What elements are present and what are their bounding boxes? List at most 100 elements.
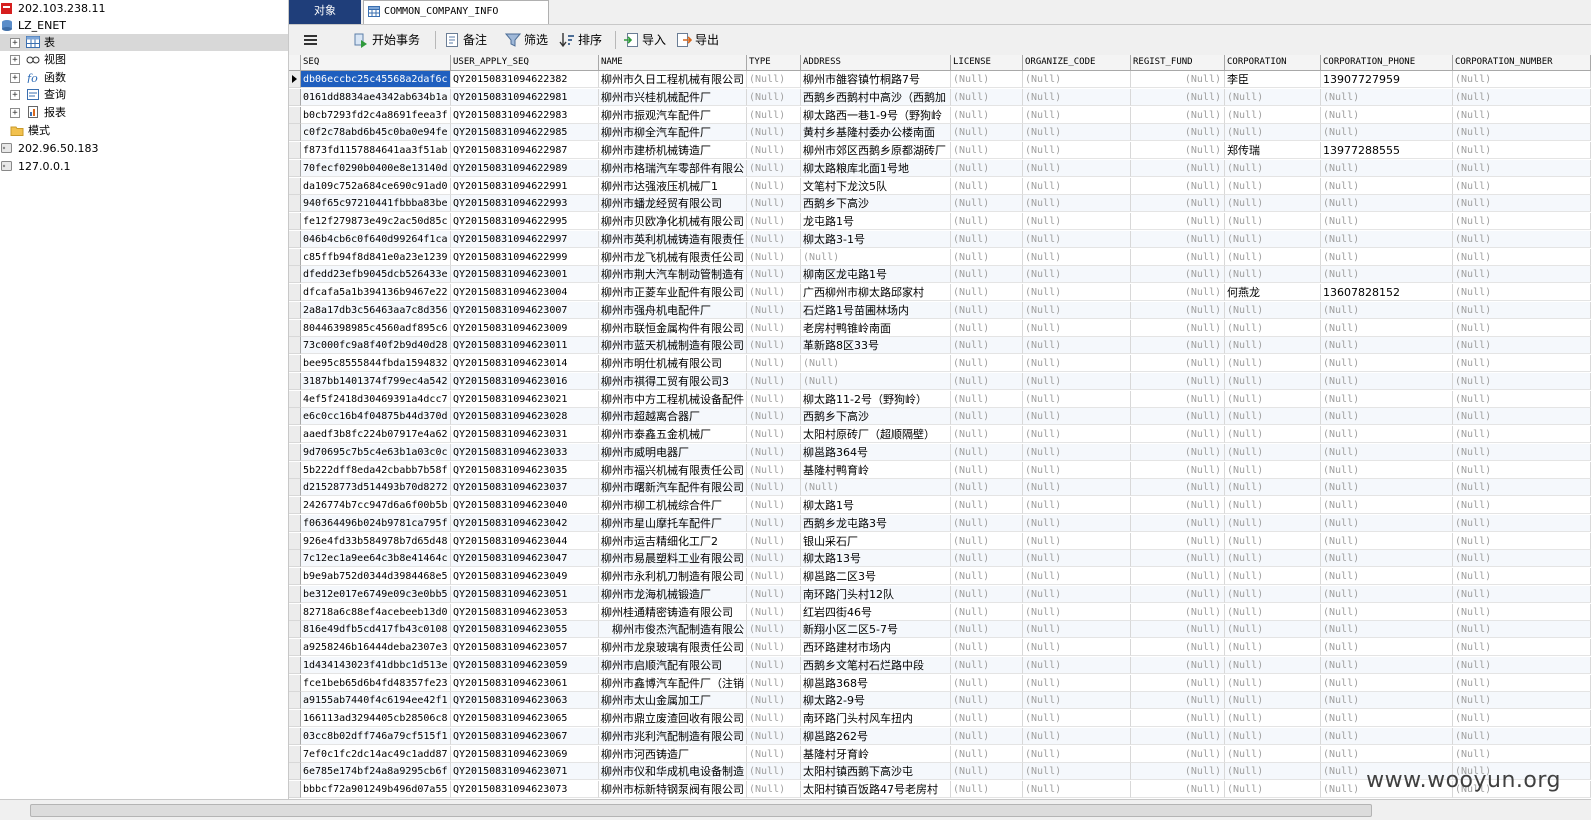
- cell-license[interactable]: (Null): [951, 337, 1023, 355]
- cell-address[interactable]: (Null): [801, 355, 951, 372]
- cell-corporation[interactable]: (Null): [1225, 763, 1321, 781]
- table-row[interactable]: 9d70695c7b5c4e63b1a03c0c QY20150831094623…: [289, 443, 1591, 461]
- cell-organize-code[interactable]: (Null): [1023, 177, 1131, 195]
- cell-address[interactable]: 龙屯路1号: [801, 213, 951, 230]
- cell-organize-code[interactable]: (Null): [1023, 568, 1131, 585]
- cell-address[interactable]: 红岩四街46号: [801, 603, 951, 621]
- row-indicator[interactable]: [289, 390, 301, 408]
- table-row[interactable]: 3187bb1401374f799ec4a542 QY20150831094623…: [289, 372, 1591, 390]
- cell-license[interactable]: (Null): [951, 692, 1023, 710]
- cell-address[interactable]: 柳太路1号: [801, 497, 951, 514]
- cell-type[interactable]: (Null): [747, 319, 801, 337]
- cell-corporation[interactable]: (Null): [1225, 639, 1321, 656]
- cell-user-apply-seq[interactable]: QY20150831094623001: [451, 266, 599, 284]
- cell-license[interactable]: (Null): [951, 284, 1023, 301]
- cell-corporation-phone[interactable]: (Null): [1321, 568, 1453, 585]
- table-row[interactable]: 046b4cb6c0f640d99264f1ca QY20150831094622…: [289, 230, 1591, 248]
- table-row[interactable]: b9e9ab752d0344d3984468e5 QY20150831094623…: [289, 568, 1591, 585]
- cell-corporation[interactable]: (Null): [1225, 195, 1321, 213]
- menu-button[interactable]: [301, 29, 321, 51]
- cell-corporation-number[interactable]: (Null): [1453, 532, 1591, 550]
- cell-address[interactable]: 老房村鸭锥岭南面: [801, 319, 951, 337]
- row-indicator[interactable]: [289, 177, 301, 195]
- cell-user-apply-seq[interactable]: QY20150831094623042: [451, 514, 599, 532]
- cell-address[interactable]: 广西柳州市柳太路邱家村: [801, 284, 951, 301]
- expand-icon[interactable]: +: [10, 90, 20, 100]
- row-indicator[interactable]: [289, 106, 301, 124]
- cell-license[interactable]: (Null): [951, 159, 1023, 177]
- row-indicator[interactable]: [289, 355, 301, 372]
- tree-node-functions[interactable]: + fo 函数: [0, 69, 288, 86]
- cell-corporation[interactable]: (Null): [1225, 479, 1321, 497]
- cell-seq[interactable]: 2426774b7cc947d6a6f00b5b: [301, 497, 451, 514]
- cell-corporation[interactable]: (Null): [1225, 727, 1321, 745]
- cell-corporation[interactable]: (Null): [1225, 124, 1321, 142]
- cell-address[interactable]: 柳邕路二区3号: [801, 568, 951, 585]
- cell-corporation[interactable]: (Null): [1225, 585, 1321, 603]
- cell-regist-fund[interactable]: (Null): [1131, 195, 1225, 213]
- cell-license[interactable]: (Null): [951, 408, 1023, 426]
- tree-node-reports[interactable]: + 报表: [0, 104, 288, 121]
- cell-type[interactable]: (Null): [747, 301, 801, 319]
- cell-license[interactable]: (Null): [951, 497, 1023, 514]
- cell-organize-code[interactable]: (Null): [1023, 603, 1131, 621]
- table-row[interactable]: a9155ab7440f4c6194ee42f1 QY20150831094623…: [289, 692, 1591, 710]
- cell-organize-code[interactable]: (Null): [1023, 745, 1131, 763]
- cell-corporation-number[interactable]: (Null): [1453, 213, 1591, 230]
- row-indicator[interactable]: [289, 159, 301, 177]
- table-row[interactable]: aaedf3b8fc224b07917e4a62 QY20150831094623…: [289, 426, 1591, 443]
- cell-regist-fund[interactable]: (Null): [1131, 266, 1225, 284]
- cell-address[interactable]: 柳邕路262号: [801, 727, 951, 745]
- cell-address[interactable]: 柳太路13号: [801, 550, 951, 568]
- cell-user-apply-seq[interactable]: QY20150831094622985: [451, 124, 599, 142]
- cell-corporation-number[interactable]: (Null): [1453, 195, 1591, 213]
- cell-regist-fund[interactable]: (Null): [1131, 461, 1225, 479]
- table-row[interactable]: dfedd23efb9045dcb526433e QY20150831094623…: [289, 266, 1591, 284]
- table-row[interactable]: 7ef0c1fc2dc14ac49c1add87 QY20150831094623…: [289, 745, 1591, 763]
- table-row[interactable]: 70fecf0290b0400e8e13140d QY20150831094622…: [289, 159, 1591, 177]
- cell-corporation[interactable]: (Null): [1225, 230, 1321, 248]
- cell-corporation[interactable]: (Null): [1225, 603, 1321, 621]
- table-row[interactable]: 940f65c97210441fbbba83be QY20150831094622…: [289, 195, 1591, 213]
- column-header-seq[interactable]: SEQ: [301, 55, 451, 70]
- cell-type[interactable]: (Null): [747, 177, 801, 195]
- cell-regist-fund[interactable]: (Null): [1131, 745, 1225, 763]
- cell-corporation[interactable]: (Null): [1225, 355, 1321, 372]
- cell-user-apply-seq[interactable]: QY20150831094623014: [451, 355, 599, 372]
- table-row[interactable]: da109c752a684ce690c91ad0 QY20150831094622…: [289, 177, 1591, 195]
- cell-license[interactable]: (Null): [951, 674, 1023, 692]
- cell-regist-fund[interactable]: (Null): [1131, 372, 1225, 390]
- cell-corporation-number[interactable]: (Null): [1453, 88, 1591, 106]
- cell-user-apply-seq[interactable]: QY20150831094622995: [451, 213, 599, 230]
- cell-regist-fund[interactable]: (Null): [1131, 674, 1225, 692]
- row-indicator[interactable]: [289, 550, 301, 568]
- cell-license[interactable]: (Null): [951, 319, 1023, 337]
- row-indicator[interactable]: [289, 727, 301, 745]
- cell-type[interactable]: (Null): [747, 514, 801, 532]
- cell-name[interactable]: 柳州市龙海机械锻造厂: [599, 585, 747, 603]
- memo-button[interactable]: 备注: [444, 29, 500, 51]
- cell-corporation-phone[interactable]: (Null): [1321, 603, 1453, 621]
- cell-corporation-number[interactable]: (Null): [1453, 461, 1591, 479]
- cell-regist-fund[interactable]: (Null): [1131, 479, 1225, 497]
- cell-license[interactable]: (Null): [951, 88, 1023, 106]
- cell-type[interactable]: (Null): [747, 355, 801, 372]
- cell-user-apply-seq[interactable]: QY20150831094622989: [451, 159, 599, 177]
- cell-corporation[interactable]: (Null): [1225, 266, 1321, 284]
- cell-user-apply-seq[interactable]: QY20150831094622991: [451, 177, 599, 195]
- table-row[interactable]: f06364496b024b9781ca795f QY20150831094623…: [289, 514, 1591, 532]
- cell-user-apply-seq[interactable]: QY20150831094622999: [451, 248, 599, 266]
- tree-node-server-active[interactable]: 202.103.238.11: [0, 0, 288, 17]
- data-grid[interactable]: SEQ USER_APPLY_SEQ NAME TYPE ADDRESS LICENSE O…: [289, 55, 1591, 799]
- cell-organize-code[interactable]: (Null): [1023, 159, 1131, 177]
- cell-type[interactable]: (Null): [747, 142, 801, 159]
- cell-license[interactable]: (Null): [951, 248, 1023, 266]
- cell-regist-fund[interactable]: (Null): [1131, 88, 1225, 106]
- cell-corporation-number[interactable]: (Null): [1453, 337, 1591, 355]
- cell-type[interactable]: (Null): [747, 372, 801, 390]
- cell-type[interactable]: (Null): [747, 656, 801, 674]
- cell-name[interactable]: 柳州市达强液压机械厂1: [599, 177, 747, 195]
- cell-address[interactable]: 柳太路西一巷1-9号（野狗岭: [801, 106, 951, 124]
- cell-name[interactable]: 柳州市柳工机械综合件厂: [599, 497, 747, 514]
- cell-user-apply-seq[interactable]: QY20150831094623069: [451, 745, 599, 763]
